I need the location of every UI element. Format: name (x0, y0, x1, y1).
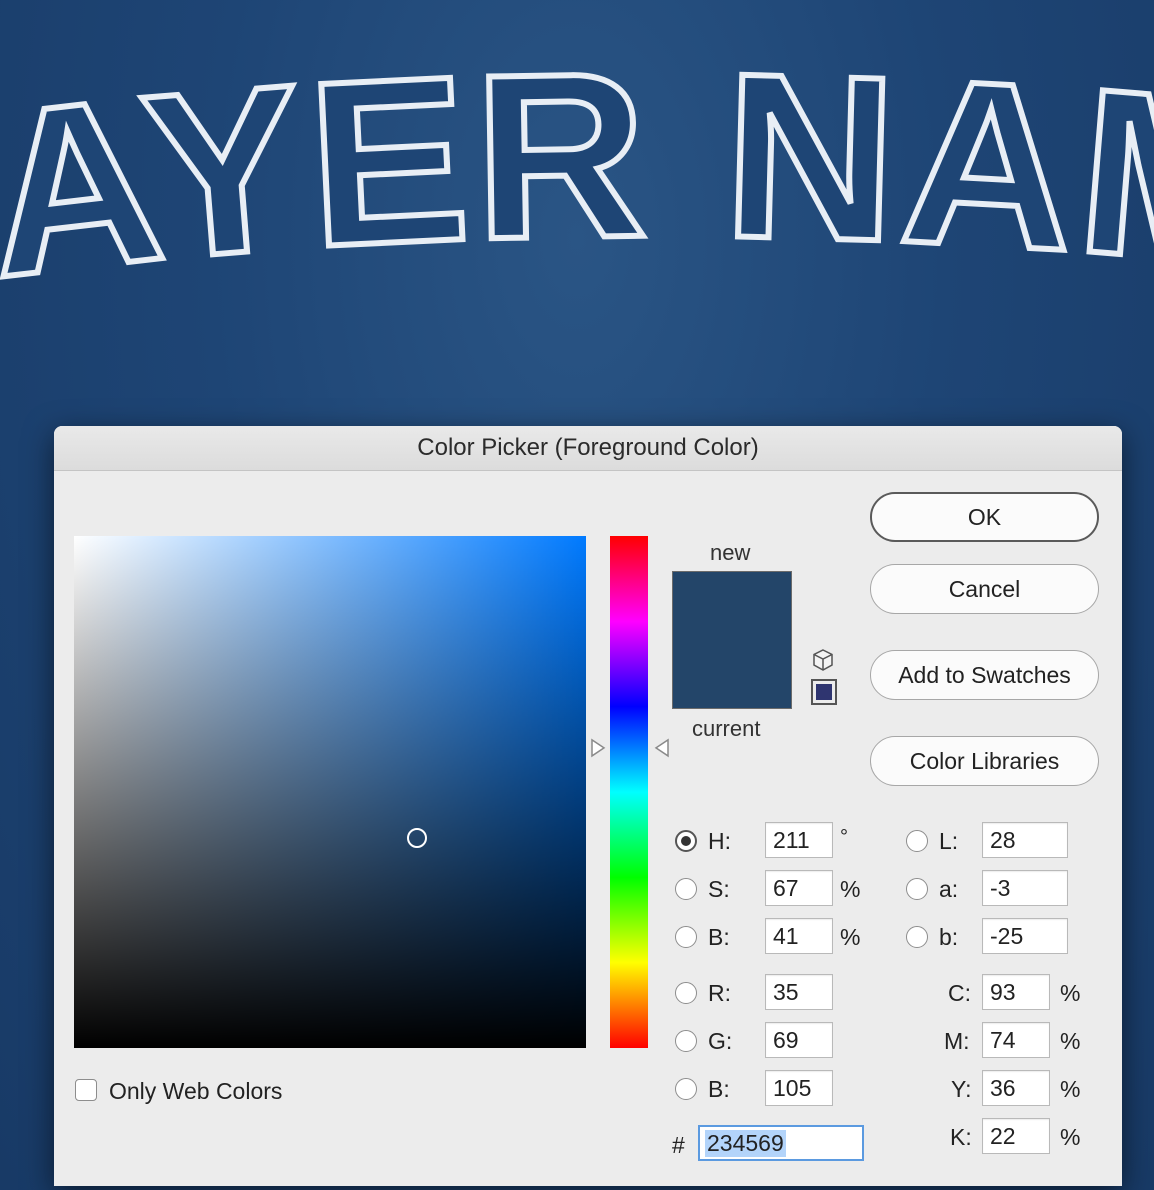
yellow-unit: % (1060, 1076, 1081, 1102)
only-web-colors-label[interactable]: Only Web Colors (109, 1078, 282, 1105)
background-artwork: LAYER NAM (0, 20, 1154, 352)
b-channel-radio[interactable] (906, 926, 928, 948)
only-web-colors-checkbox[interactable] (75, 1079, 97, 1101)
ok-button[interactable]: OK (870, 492, 1099, 542)
artwork-text-span: LAYER NAM (0, 23, 1154, 349)
hue-unit: ° (840, 826, 848, 848)
current-label: current (692, 716, 761, 741)
dialog-title: Color Picker (Foreground Color) (417, 434, 759, 461)
hue-radio[interactable] (675, 830, 697, 852)
hex-value: 234569 (705, 1129, 786, 1157)
green-label: G: (708, 1028, 733, 1054)
color-field-cursor[interactable] (407, 828, 428, 849)
red-radio[interactable] (675, 982, 697, 1004)
brightness-label: B: (708, 924, 730, 950)
hue-field[interactable]: 211 (765, 822, 833, 858)
blue-radio[interactable] (675, 1078, 697, 1100)
black-label: K: (950, 1124, 972, 1150)
add-to-swatches-button[interactable]: Add to Swatches (870, 650, 1099, 700)
hex-field[interactable]: 234569 (698, 1125, 864, 1161)
hue-slider-handle[interactable] (590, 536, 670, 1048)
yellow-field[interactable]: 36 (982, 1070, 1050, 1106)
brightness-field[interactable]: 41 (765, 918, 833, 954)
magenta-field[interactable]: 74 (982, 1022, 1050, 1058)
yellow-label: Y: (951, 1076, 972, 1102)
cyan-unit: % (1060, 980, 1081, 1006)
saturation-label: S: (708, 876, 730, 902)
new-color-swatch (673, 572, 791, 640)
black-unit: % (1060, 1124, 1081, 1150)
web-safe-swatch-fill (816, 684, 832, 700)
brightness-radio[interactable] (675, 926, 697, 948)
hex-label: # (672, 1132, 685, 1158)
lightness-label: L: (939, 828, 959, 854)
saturation-radio[interactable] (675, 878, 697, 900)
magenta-label: M: (944, 1028, 970, 1054)
web-safe-swatch[interactable] (811, 679, 837, 705)
black-field[interactable]: 22 (982, 1118, 1050, 1154)
dialog-titlebar[interactable]: Color Picker (Foreground Color) (54, 426, 1122, 471)
green-field[interactable]: 69 (765, 1022, 833, 1058)
lightness-field[interactable]: 28 (982, 822, 1068, 858)
red-field[interactable]: 35 (765, 974, 833, 1010)
lightness-radio[interactable] (906, 830, 928, 852)
color-libraries-button[interactable]: Color Libraries (870, 736, 1099, 786)
current-color-swatch[interactable] (673, 640, 791, 708)
a-channel-radio[interactable] (906, 878, 928, 900)
hue-arrow-left (591, 738, 606, 758)
b-channel-label: b: (939, 924, 959, 950)
new-label: new (710, 540, 751, 565)
cyan-label: C: (948, 980, 971, 1006)
green-radio[interactable] (675, 1030, 697, 1052)
hue-label: H: (708, 828, 731, 854)
color-field[interactable] (74, 536, 586, 1048)
b-channel-field[interactable]: -25 (982, 918, 1068, 954)
brightness-unit: % (840, 924, 861, 950)
a-channel-field[interactable]: -3 (982, 870, 1068, 906)
blue-label: B: (708, 1076, 730, 1102)
blue-field[interactable]: 105 (765, 1070, 833, 1106)
color-picker-dialog: Color Picker (Foreground Color) new curr… (54, 426, 1122, 1186)
saturation-unit: % (840, 876, 861, 902)
magenta-unit: % (1060, 1028, 1081, 1054)
cyan-field[interactable]: 93 (982, 974, 1050, 1010)
cube-icon[interactable] (811, 648, 835, 672)
red-label: R: (708, 980, 731, 1006)
a-channel-label: a: (939, 876, 959, 902)
artwork-text: LAYER NAM (0, 23, 1154, 349)
saturation-field[interactable]: 67 (765, 870, 833, 906)
cancel-button[interactable]: Cancel (870, 564, 1099, 614)
hue-arrow-right (654, 738, 669, 758)
